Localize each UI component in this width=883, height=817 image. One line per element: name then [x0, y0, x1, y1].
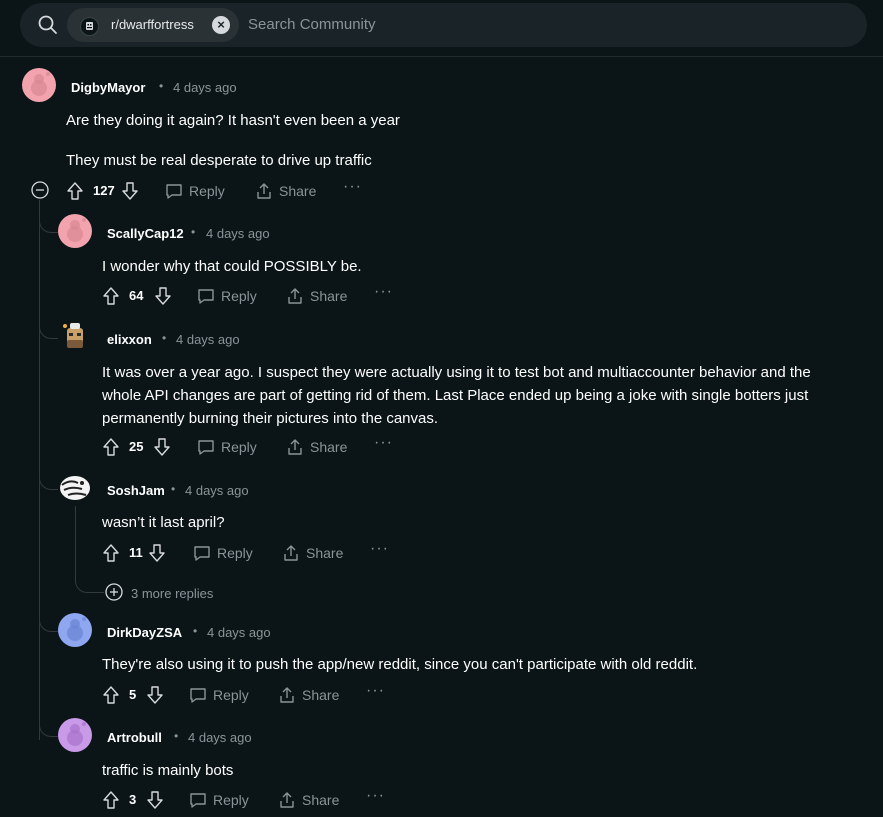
share-button[interactable]: Share: [281, 542, 343, 564]
comment-time[interactable]: 4 days ago: [188, 730, 252, 745]
comment-time[interactable]: 4 days ago: [206, 226, 270, 241]
thread-line: [39, 200, 40, 740]
community-name: r/dwarffortress: [111, 17, 194, 32]
downvote-button[interactable]: [121, 180, 141, 202]
upvote-button[interactable]: [66, 180, 86, 202]
comment-body: Are they doing it again? It hasn't even …: [66, 109, 866, 172]
close-icon[interactable]: ×: [212, 16, 230, 34]
comment-author[interactable]: SoshJam: [107, 483, 165, 498]
thread-connector: [75, 578, 104, 593]
comment-actions: 5 Reply Share ···: [102, 682, 422, 706]
comment-paragraph: Are they doing it again? It hasn't even …: [66, 112, 400, 129]
expand-icon[interactable]: [105, 583, 123, 601]
thread-connector: [39, 324, 58, 339]
comment-actions: 127 Reply Share ···: [66, 178, 386, 202]
avatar[interactable]: [22, 68, 56, 102]
comment-actions: 3 Reply Share ···: [102, 787, 422, 811]
downvote-button[interactable]: [146, 684, 166, 706]
reply-button[interactable]: Reply: [196, 285, 258, 307]
comment-time[interactable]: 4 days ago: [176, 332, 240, 347]
comment-time[interactable]: 4 days ago: [185, 483, 249, 498]
separator-dot: •: [193, 624, 198, 638]
thread-connector: [39, 475, 58, 490]
separator-dot: •: [191, 225, 196, 239]
comment-author[interactable]: DirkDayZSA: [107, 625, 182, 640]
vote-count: 3: [129, 792, 137, 807]
more-options-icon[interactable]: ···: [343, 178, 362, 196]
comment-actions: 11 Reply Share ···: [102, 540, 422, 564]
comment-body: They're also using it to push the app/ne…: [102, 656, 698, 673]
comment-author[interactable]: ScallyCap12: [107, 226, 184, 241]
vote-count: 5: [129, 687, 137, 702]
vote-count: 25: [129, 439, 144, 454]
thread-connector: [39, 722, 58, 737]
downvote-button[interactable]: [146, 789, 166, 811]
upvote-button[interactable]: [102, 542, 122, 564]
upvote-button[interactable]: [102, 684, 122, 706]
comment-line: permanently burning their pictures into …: [102, 410, 439, 427]
avatar[interactable]: [58, 718, 92, 752]
share-button[interactable]: Share: [277, 684, 339, 706]
separator-dot: •: [174, 729, 179, 743]
separator-dot: •: [159, 79, 164, 93]
comment-body: It was over a year ago. I suspect they w…: [102, 361, 862, 430]
comment-line: It was over a year ago. I suspect they w…: [102, 364, 811, 381]
community-chip[interactable]: r/dwarffortress ×: [67, 8, 239, 42]
upvote-button[interactable]: [102, 436, 122, 458]
upvote-button[interactable]: [102, 285, 122, 307]
avatar[interactable]: [58, 613, 92, 647]
vote-count: 11: [129, 545, 143, 560]
comment-body: traffic is mainly bots: [102, 762, 234, 779]
comment-paragraph: They must be real desperate to drive up …: [66, 152, 372, 169]
thread-connector: [39, 617, 58, 632]
more-options-icon[interactable]: ···: [366, 787, 385, 805]
upvote-button[interactable]: [102, 789, 122, 811]
comment-time[interactable]: 4 days ago: [173, 80, 237, 95]
downvote-button[interactable]: [154, 285, 174, 307]
avatar[interactable]: [58, 214, 92, 248]
search-input[interactable]: Search Community: [248, 16, 376, 33]
reply-button[interactable]: Reply: [164, 180, 226, 202]
separator-dot: •: [162, 331, 167, 345]
more-options-icon[interactable]: ···: [370, 540, 389, 558]
comment-actions: 25 Reply Share ···: [102, 434, 422, 458]
comment-author[interactable]: DigbyMayor: [71, 80, 145, 95]
collapse-icon[interactable]: [31, 181, 49, 199]
more-replies-link[interactable]: 3 more replies: [131, 586, 213, 601]
community-avatar: [80, 17, 99, 36]
thread-connector: [39, 218, 58, 233]
share-button[interactable]: Share: [277, 789, 339, 811]
reply-button[interactable]: Reply: [188, 684, 250, 706]
share-button[interactable]: Share: [254, 180, 316, 202]
comment-line: whole API changes are part of getting ri…: [102, 387, 809, 404]
avatar[interactable]: [58, 471, 92, 505]
reply-button[interactable]: Reply: [192, 542, 254, 564]
downvote-button[interactable]: [153, 436, 173, 458]
downvote-button[interactable]: [148, 542, 168, 564]
comment-author[interactable]: elixxon: [107, 332, 152, 347]
separator-dot: •: [171, 482, 176, 496]
share-button[interactable]: Share: [285, 285, 347, 307]
more-options-icon[interactable]: ···: [374, 283, 393, 301]
reply-button[interactable]: Reply: [188, 789, 250, 811]
search-icon[interactable]: [38, 15, 58, 35]
search-bar[interactable]: r/dwarffortress × Search Community: [20, 3, 867, 47]
comment-time[interactable]: 4 days ago: [207, 625, 271, 640]
vote-count: 64: [129, 288, 144, 303]
comment-body: I wonder why that could POSSIBLY be.: [102, 258, 362, 275]
avatar[interactable]: [58, 320, 92, 354]
comment-body: wasn’t it last april?: [102, 514, 225, 531]
top-bar: r/dwarffortress × Search Community: [0, 0, 883, 57]
more-options-icon[interactable]: ···: [374, 434, 393, 452]
share-button[interactable]: Share: [285, 436, 347, 458]
comment-actions: 64 Reply Share ···: [102, 283, 422, 307]
vote-count: 127: [93, 183, 115, 198]
comment-author[interactable]: Artrobull: [107, 730, 162, 745]
thread-line: [75, 506, 76, 582]
more-options-icon[interactable]: ···: [366, 682, 385, 700]
reply-button[interactable]: Reply: [196, 436, 258, 458]
